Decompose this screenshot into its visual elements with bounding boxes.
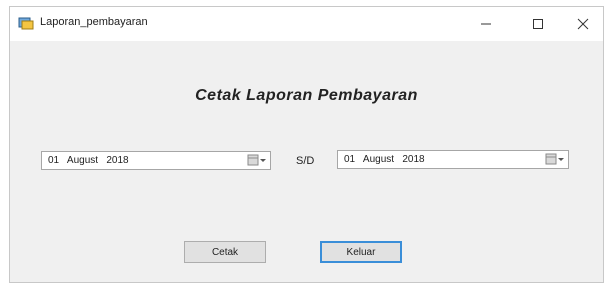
form-client-area: Cetak Laporan Pembayaran 01 August 2018 … (10, 41, 603, 284)
date-to-picker[interactable]: 01 August 2018 (337, 150, 569, 169)
window-title: Laporan_pembayaran (40, 16, 148, 28)
app-window: Laporan_pembayaran Cetak Laporan Pembaya… (9, 6, 604, 283)
date-to-value: 01 August 2018 (344, 154, 425, 165)
close-icon (577, 18, 589, 30)
print-button[interactable]: Cetak (184, 241, 266, 263)
title-bar[interactable]: Laporan_pembayaran (10, 7, 603, 41)
calendar-dropdown-icon[interactable] (247, 154, 267, 167)
date-from-picker[interactable]: 01 August 2018 (41, 151, 271, 170)
calendar-dropdown-icon[interactable] (545, 153, 565, 166)
form-heading: Cetak Laporan Pembayaran (195, 87, 418, 104)
close-button[interactable] (560, 7, 604, 41)
maximize-icon (533, 19, 543, 29)
maximize-button[interactable] (515, 7, 561, 41)
date-from-value: 01 August 2018 (48, 155, 129, 166)
separator-label: S/D (296, 155, 315, 167)
minimize-button[interactable] (463, 7, 509, 41)
app-icon (18, 16, 34, 30)
minimize-icon (481, 23, 491, 25)
exit-button[interactable]: Keluar (320, 241, 402, 263)
